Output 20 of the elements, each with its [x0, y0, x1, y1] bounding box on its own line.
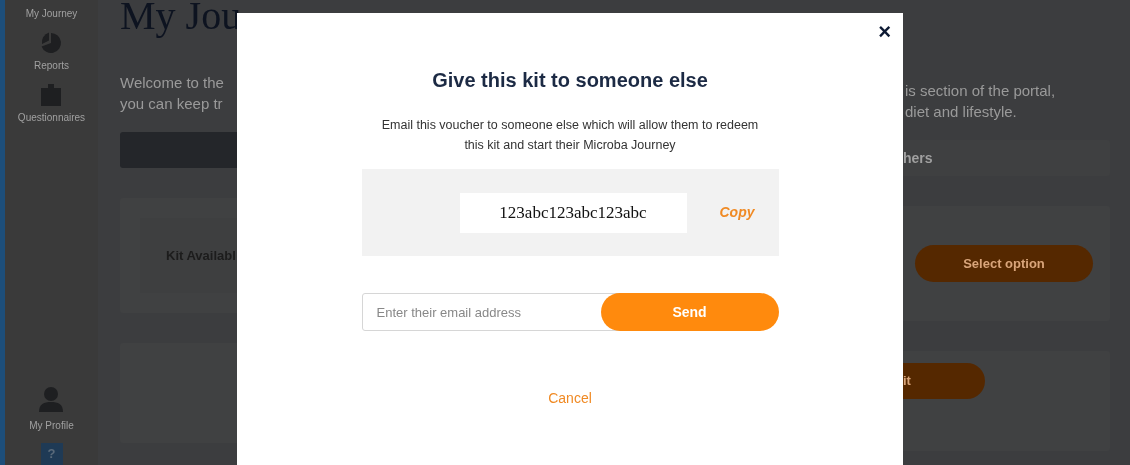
send-button[interactable]: Send — [600, 293, 779, 331]
sidebar-item[interactable]: Reports — [34, 58, 69, 73]
sidebar-item[interactable]: My Profile — [29, 418, 74, 433]
voucher-code: 123abc123abc123abc — [459, 192, 687, 233]
intro-text: is section of the portal, — [905, 81, 1057, 101]
intro-text: Welcome to the — [120, 73, 225, 93]
select-option-button[interactable]: Select option — [915, 245, 1093, 282]
sidebar-item[interactable]: Questionnaires — [17, 110, 86, 125]
intro-text: you can keep tr — [120, 94, 224, 114]
intro-text: diet and lifestyle. — [905, 102, 1018, 122]
close-button[interactable]: × — [878, 21, 891, 43]
modal-title: Give this kit to someone else — [432, 68, 708, 93]
cancel-link[interactable]: Cancel — [548, 388, 592, 409]
clipboard-icon — [39, 83, 64, 107]
pie-chart-icon — [39, 31, 64, 55]
sidebar-item[interactable]: My Journey — [25, 6, 78, 21]
tab[interactable] — [120, 132, 237, 168]
action-button[interactable]: it — [903, 363, 985, 399]
person-icon — [38, 386, 65, 412]
modal-description: Email this voucher to someone else which will allow them to redeem this kit and start their Microba Journey — [380, 117, 760, 154]
